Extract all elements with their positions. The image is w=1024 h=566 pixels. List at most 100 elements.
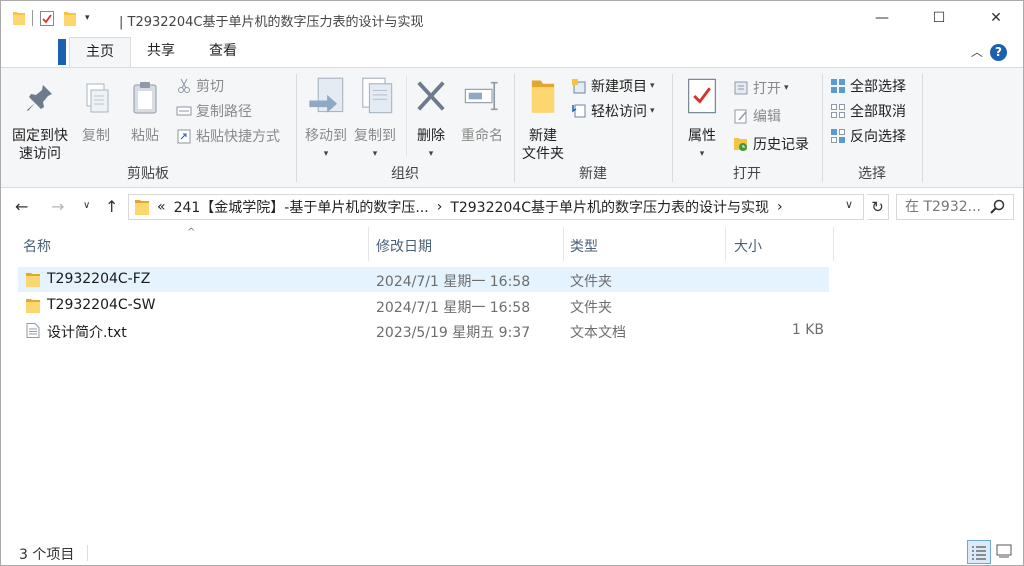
select-none-label: 全部取消	[850, 104, 906, 120]
new-folder-label-line1: 新建	[529, 128, 557, 144]
breadcrumb-current[interactable]: T2932204C基于单片机的数字压力表的设计与实现	[450, 197, 769, 217]
search-box[interactable]: 在 T2932...	[896, 194, 1014, 220]
search-icon	[990, 199, 1005, 214]
select-all-button[interactable]: 全部选择	[830, 75, 906, 97]
column-header-size[interactable]: 大小	[734, 236, 762, 256]
scissors-icon	[178, 78, 190, 93]
file-name[interactable]: T2932204C-SW	[47, 297, 155, 313]
forward-arrow-icon[interactable]: →	[51, 197, 64, 216]
details-view-button[interactable]	[967, 540, 991, 564]
new-item-button[interactable]: 新建项目 ▾	[571, 75, 655, 97]
title-bar: ▾ | T2932204C基于单片机的数字压力表的设计与实现 — ☐ ✕	[1, 1, 1023, 37]
copy-icon	[86, 83, 109, 113]
up-arrow-icon[interactable]: ↑	[105, 197, 118, 216]
delete-button[interactable]: 删除 ▾	[411, 76, 451, 163]
text-file-icon	[26, 323, 40, 338]
refresh-button[interactable]: ↻	[867, 194, 889, 220]
breadcrumb-separator[interactable]: ›	[437, 199, 443, 215]
new-folder-label-line2: 文件夹	[522, 146, 564, 162]
maximize-button[interactable]: ☐	[916, 1, 962, 35]
easy-access-dropdown-icon: ▾	[650, 106, 655, 116]
folder-icon	[13, 12, 25, 25]
new-item-dropdown-icon: ▾	[650, 81, 655, 91]
file-size: 1 KB	[791, 322, 824, 338]
status-bar: 3 个项目	[1, 540, 1023, 565]
new-item-label: 新建项目	[591, 79, 647, 95]
breadcrumb-separator-end[interactable]: ›	[777, 199, 783, 215]
new-folder-icon	[531, 80, 555, 113]
column-header-name[interactable]: 名称	[23, 236, 51, 256]
ribbon-tabs: 主页 共享 查看 ︿ ?	[1, 37, 1023, 67]
new-group: 新建 文件夹 新建项目 ▾ 轻松访问 ▾ 新建	[515, 68, 671, 187]
select-none-icon	[831, 104, 845, 118]
easy-access-button[interactable]: 轻松访问 ▾	[571, 100, 655, 122]
select-group-label: 选择	[858, 166, 886, 182]
file-row[interactable]: T2932204C-FZ 2024/7/1 星期一 16:58 文件夹	[18, 267, 829, 292]
file-name[interactable]: 设计简介.txt	[47, 322, 127, 342]
file-date: 2023/5/19 星期五 9:37	[376, 325, 531, 341]
copy-to-label: 复制到	[354, 128, 396, 144]
help-icon[interactable]: ?	[990, 44, 1007, 61]
paste-button[interactable]: 粘贴	[123, 80, 167, 145]
copy-to-icon	[362, 77, 393, 114]
new-group-label: 新建	[579, 166, 607, 182]
minimize-button[interactable]: —	[859, 1, 905, 35]
paste-shortcut-label: 粘贴快捷方式	[196, 129, 280, 145]
file-row[interactable]: T2932204C-SW 2024/7/1 星期一 16:58 文件夹	[18, 293, 829, 318]
new-folder-quick-icon[interactable]	[64, 11, 76, 26]
close-button[interactable]: ✕	[973, 1, 1019, 35]
delete-x-icon	[417, 81, 445, 111]
move-to-button[interactable]: 移动到 ▾	[301, 76, 351, 163]
file-type: 文件夹	[570, 300, 612, 316]
customize-quick-access-icon[interactable]: ▾	[85, 13, 90, 23]
clipboard-icon	[133, 82, 157, 114]
search-placeholder: 在 T2932...	[905, 199, 981, 215]
open-button[interactable]: 打开 ▾	[733, 77, 789, 99]
title-separator: |	[119, 15, 124, 30]
recent-locations-icon[interactable]: ∨	[83, 200, 90, 211]
paste-shortcut-button[interactable]: 粘贴快捷方式	[176, 125, 280, 147]
tab-home[interactable]: 主页	[69, 37, 131, 67]
address-overflow[interactable]: «	[157, 199, 166, 215]
file-name[interactable]: T2932204C-FZ	[47, 271, 150, 287]
select-none-button[interactable]: 全部取消	[830, 100, 906, 122]
easy-access-icon	[572, 104, 586, 118]
copy-label: 复制	[82, 128, 110, 144]
select-all-icon	[831, 79, 845, 93]
tab-view[interactable]: 查看	[193, 37, 253, 67]
invert-selection-label: 反向选择	[850, 129, 906, 145]
rename-button[interactable]: 重命名	[455, 76, 509, 145]
breadcrumb-parent[interactable]: 241【金城学院】-基于单片机的数字压...	[174, 197, 429, 217]
tab-share[interactable]: 共享	[132, 37, 190, 67]
move-to-label: 移动到	[305, 128, 347, 144]
column-header-type[interactable]: 类型	[570, 236, 598, 256]
invert-selection-button[interactable]: 反向选择	[830, 125, 906, 147]
new-folder-button[interactable]: 新建 文件夹	[519, 76, 567, 163]
cut-button[interactable]: 剪切	[176, 75, 224, 97]
move-to-icon	[309, 77, 344, 113]
open-dropdown-icon: ▾	[784, 83, 789, 93]
delete-label: 删除	[417, 128, 445, 144]
file-row[interactable]: 设计简介.txt 2023/5/19 星期五 9:37 文本文档 1 KB	[18, 318, 829, 343]
pin-to-quick-access-button[interactable]: 固定到快 速访问	[7, 80, 73, 163]
properties-button[interactable]: 属性 ▾	[679, 76, 725, 163]
properties-checkbox-icon[interactable]	[40, 10, 54, 26]
large-icons-view-button[interactable]	[993, 540, 1017, 564]
copy-button[interactable]: 复制	[75, 80, 117, 145]
collapse-ribbon-icon[interactable]: ︿	[971, 43, 983, 60]
address-bar[interactable]: « 241【金城学院】-基于单片机的数字压... › T2932204C基于单片…	[128, 194, 864, 220]
edit-button[interactable]: 编辑	[733, 105, 781, 127]
select-group: 全部选择 全部取消 反向选择 选择	[823, 68, 921, 187]
address-dropdown-icon[interactable]: ∨	[845, 198, 853, 211]
details-view-icon	[972, 546, 986, 560]
column-header-date[interactable]: 修改日期	[376, 236, 432, 256]
file-date: 2024/7/1 星期一 16:58	[376, 300, 531, 316]
move-to-dropdown-icon: ▾	[323, 149, 329, 159]
copy-to-button[interactable]: 复制到 ▾	[351, 76, 399, 163]
copy-path-icon	[176, 106, 192, 116]
copy-path-button[interactable]: 复制路径	[176, 100, 252, 122]
history-button[interactable]: 历史记录	[733, 133, 809, 155]
back-arrow-icon[interactable]: ←	[15, 197, 28, 216]
file-tab[interactable]	[58, 39, 66, 65]
file-type: 文件夹	[570, 274, 612, 290]
